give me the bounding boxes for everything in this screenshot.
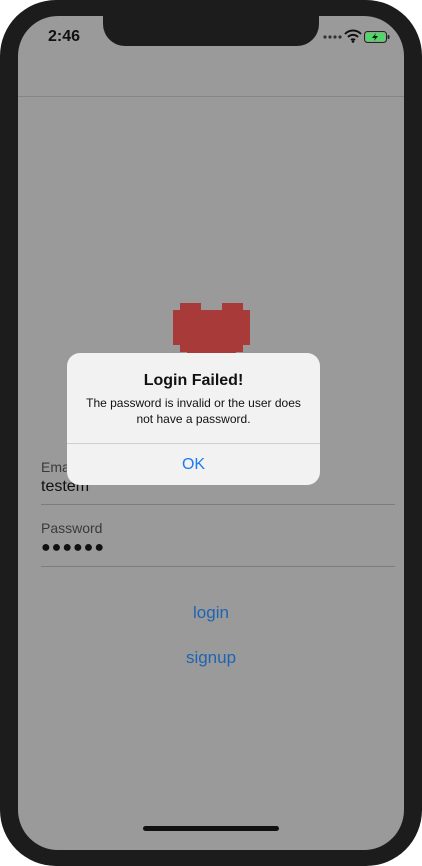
password-underline xyxy=(41,566,395,567)
home-indicator[interactable] xyxy=(143,826,279,831)
signup-button[interactable]: signup xyxy=(18,648,404,668)
password-field[interactable]: ●●●●●● xyxy=(41,539,105,557)
password-label: Password xyxy=(41,520,103,536)
nav-bar-divider xyxy=(18,96,404,97)
battery-charging-icon xyxy=(364,31,390,43)
alert-message: The password is invalid or the user does… xyxy=(86,396,301,426)
device-frame: Email testem Password ●●●●●● login signu… xyxy=(0,0,422,866)
status-time: 2:46 xyxy=(48,28,81,45)
login-button[interactable]: login xyxy=(18,603,404,623)
email-underline xyxy=(41,504,395,505)
device-notch xyxy=(103,16,319,46)
cellular-dots-icon xyxy=(323,35,342,39)
login-failed-alert: Login Failed! The password is invalid or… xyxy=(67,353,320,485)
wifi-icon xyxy=(344,29,362,43)
alert-ok-button[interactable]: OK xyxy=(67,444,320,485)
alert-title: Login Failed! xyxy=(143,372,244,389)
